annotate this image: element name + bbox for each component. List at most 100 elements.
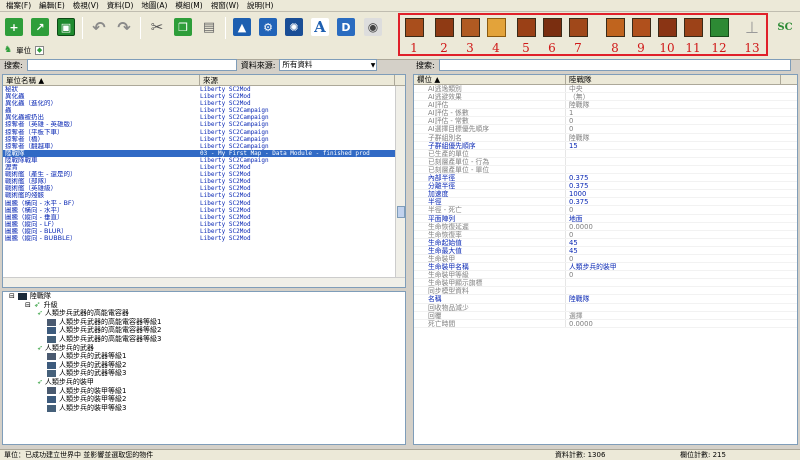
property-row[interactable]: 生命最大值 45 bbox=[414, 246, 797, 255]
property-row[interactable]: 生命裝甲名稱 人類步兵的裝甲 bbox=[414, 263, 797, 272]
property-row[interactable]: 生命恢復延遲 0.0000 bbox=[414, 222, 797, 231]
unit-list-row[interactable]: 戰術艦的殘骸 Liberty SC2Mod bbox=[3, 192, 405, 199]
tree-item[interactable]: 人類步兵的裝甲等級1 bbox=[3, 387, 405, 396]
object-type-button-10[interactable] bbox=[656, 16, 678, 38]
tree-item[interactable]: 人類步兵武器的高能電容器等級3 bbox=[3, 335, 405, 344]
property-row[interactable]: 平面陣列 地面 bbox=[414, 214, 797, 223]
unit-list-row[interactable]: 圖騰（橫向 - 水平 - BF） Liberty SC2Mod bbox=[3, 200, 405, 207]
object-type-button-3[interactable] bbox=[459, 16, 481, 38]
property-row[interactable]: 加速度 1000 bbox=[414, 190, 797, 199]
object-type-button-4[interactable] bbox=[485, 16, 507, 38]
property-row[interactable]: 回收物品減少 bbox=[414, 303, 797, 312]
object-type-button-2[interactable] bbox=[433, 16, 455, 38]
menu-map[interactable]: 地圖(A) bbox=[137, 0, 171, 12]
text-editor-button[interactable]: A bbox=[309, 16, 331, 38]
unit-list-row[interactable]: 圖騰（縱向 - BUBBLE） Liberty SC2Mod bbox=[3, 235, 405, 242]
unit-search-input[interactable] bbox=[26, 59, 237, 71]
property-row[interactable]: 半徑 0.375 bbox=[414, 198, 797, 207]
property-row[interactable]: 已刻層產單位 - 單位 bbox=[414, 165, 797, 175]
object-type-button-9[interactable] bbox=[630, 16, 652, 38]
property-row[interactable]: 已刻層產單位 - 行為 bbox=[414, 157, 797, 166]
property-value[interactable]: 0 bbox=[566, 117, 781, 124]
property-value[interactable]: 0 bbox=[566, 125, 781, 132]
field-search-input[interactable] bbox=[438, 59, 791, 71]
property-value[interactable]: 選擇 bbox=[566, 312, 781, 319]
unit-list-row[interactable]: 秘狀 Liberty SC2Mod bbox=[3, 86, 405, 93]
column-header-name[interactable]: 單位名稱 ▲ bbox=[3, 75, 200, 85]
column-header-source[interactable]: 來源 bbox=[200, 75, 395, 85]
unit-list-row[interactable]: 異化蟲（進化的） Liberty SC2Mod bbox=[3, 100, 405, 107]
property-value[interactable] bbox=[566, 279, 781, 286]
property-value[interactable]: 45 bbox=[566, 239, 781, 246]
tree-item[interactable]: 人類步兵的武器等級1 bbox=[3, 352, 405, 361]
unit-list-row[interactable]: 瀝青 Liberty SC2Mod bbox=[3, 164, 405, 171]
tree-item[interactable]: 人類步兵武器的高能電容器等級2 bbox=[3, 326, 405, 335]
property-value[interactable]: 0 bbox=[566, 255, 781, 262]
unit-list-row[interactable]: 圖騰（縱向 - 垂直） Liberty SC2Mod bbox=[3, 214, 405, 221]
property-row[interactable]: AI評估 - 常數 0 bbox=[414, 117, 797, 126]
property-value[interactable]: 0 bbox=[566, 271, 781, 278]
property-value[interactable]: （無） bbox=[566, 93, 781, 100]
object-type-button-11[interactable] bbox=[682, 16, 704, 38]
menu-data[interactable]: 資料(D) bbox=[103, 0, 138, 12]
property-value[interactable]: 0.375 bbox=[566, 198, 781, 205]
property-value[interactable]: 45 bbox=[566, 247, 781, 254]
property-value[interactable]: 0 bbox=[566, 206, 781, 213]
property-row[interactable]: 生命恢復率 0 bbox=[414, 230, 797, 239]
menu-help[interactable]: 說明(H) bbox=[243, 0, 278, 12]
property-value[interactable]: 中央 bbox=[566, 85, 781, 92]
property-value[interactable]: 陸戰隊 bbox=[566, 134, 781, 141]
tab-units[interactable]: 單位 bbox=[16, 45, 31, 56]
property-row[interactable]: 子群組別名 陸戰隊 bbox=[414, 133, 797, 142]
object-type-button-8[interactable] bbox=[604, 16, 626, 38]
unit-list-row[interactable]: 戰術艦（部隊） Liberty SC2Mod bbox=[3, 178, 405, 185]
redo-button[interactable]: ↷ bbox=[113, 16, 135, 38]
unit-list-row[interactable]: 戰術艦（產生 - 還是的） Liberty SC2Mod bbox=[3, 171, 405, 178]
property-row[interactable]: 半徑 - 死亡 0 bbox=[414, 206, 797, 215]
unit-list-row[interactable]: 陸戰隊戰車 Liberty SC2Campaign bbox=[3, 157, 405, 164]
property-row[interactable]: 分離半徑 0.375 bbox=[414, 182, 797, 191]
unit-list-row[interactable]: 異化蟲被扔出 Liberty SC2Campaign bbox=[3, 114, 405, 121]
scroll-thumb[interactable] bbox=[397, 206, 405, 218]
object-type-button-13[interactable]: ⊥ bbox=[741, 16, 763, 38]
object-type-button-6[interactable] bbox=[541, 16, 563, 38]
object-type-button-12[interactable] bbox=[708, 16, 730, 38]
cut-button[interactable]: ✂ bbox=[146, 16, 168, 38]
add-tab-icon[interactable]: ◆ bbox=[35, 45, 45, 55]
import-button[interactable]: D bbox=[335, 16, 357, 38]
property-row[interactable]: 生命裝甲 0 bbox=[414, 254, 797, 264]
copy-button[interactable]: ❐ bbox=[172, 16, 194, 38]
property-value[interactable]: 人類步兵的裝甲 bbox=[566, 263, 781, 270]
trigger-editor-button[interactable]: ⚙ bbox=[257, 16, 279, 38]
property-value[interactable]: 陸戰隊 bbox=[566, 101, 781, 108]
tree-item[interactable]: 人類步兵的裝甲等級2 bbox=[3, 395, 405, 404]
column-header-value[interactable]: 陸戰隊 bbox=[566, 75, 781, 84]
unit-list-row[interactable]: 掠奪者（翻越車） Liberty SC2Campaign bbox=[3, 143, 405, 150]
object-type-button-7[interactable] bbox=[567, 16, 589, 38]
terrain-editor-button[interactable]: ▲ bbox=[231, 16, 253, 38]
tree-item[interactable]: ➶ 人類步兵的武器 bbox=[3, 344, 405, 353]
property-value[interactable]: 0.0000 bbox=[566, 320, 781, 327]
sc-launch-button[interactable]: SC bbox=[774, 16, 796, 38]
property-row[interactable]: 已生產的單位 bbox=[414, 149, 797, 158]
unit-list-row[interactable]: 異化蟲 Liberty SC2Mod bbox=[3, 93, 405, 100]
unit-list-row[interactable]: 蟲 Liberty SC2Campaign bbox=[3, 107, 405, 114]
menu-module[interactable]: 模組(M) bbox=[171, 0, 206, 12]
collapse-icon[interactable]: ⊟ bbox=[9, 292, 15, 301]
tree-item[interactable]: 人類步兵的武器等級3 bbox=[3, 369, 405, 378]
save-button[interactable]: ▣ bbox=[55, 16, 77, 38]
property-row[interactable]: 生命裝甲等級 0 bbox=[414, 271, 797, 280]
unit-list-row[interactable]: 圖騰（橫向 - 水平） Liberty SC2Mod bbox=[3, 207, 405, 214]
tree-item[interactable]: ➶ 人類步兵的裝甲 bbox=[3, 378, 405, 387]
property-row[interactable]: AI逃逸類別 中央 bbox=[414, 85, 797, 94]
preview-button[interactable]: ◉ bbox=[362, 16, 384, 38]
property-row[interactable]: AI選擇目標優先順序 0 bbox=[414, 125, 797, 134]
unit-list-row[interactable]: 戰術艦（英雄級） Liberty SC2Mod bbox=[3, 185, 405, 192]
property-row[interactable]: 回覆 選擇 bbox=[414, 311, 797, 320]
property-row[interactable]: 生命裝甲顯示旗標 bbox=[414, 279, 797, 288]
object-type-button-1[interactable] bbox=[403, 16, 425, 38]
property-value[interactable]: 0.375 bbox=[566, 182, 781, 189]
object-type-button-5[interactable] bbox=[515, 16, 537, 38]
property-row[interactable]: 名稱 陸戰隊 bbox=[414, 295, 797, 304]
vertical-scrollbar[interactable] bbox=[395, 86, 405, 277]
